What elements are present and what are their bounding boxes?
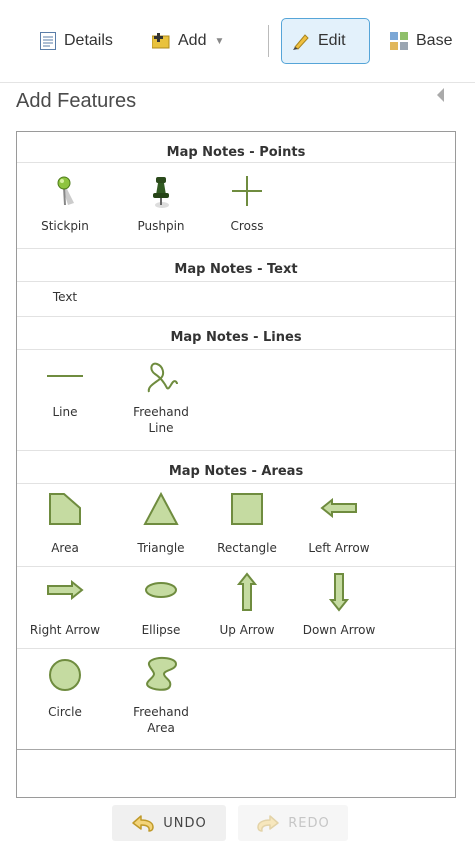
down-arrow-icon <box>329 573 349 612</box>
triangle-icon <box>143 492 179 525</box>
add-button[interactable]: Add ▼ <box>152 18 224 64</box>
panel-title: Add Features <box>16 90 137 112</box>
freehand-area-icon <box>146 656 178 691</box>
edit-button[interactable]: Edit <box>281 18 370 64</box>
feature-freehand-area[interactable]: Freehand Area <box>113 654 209 744</box>
feature-text[interactable]: Text <box>17 284 113 310</box>
feature-label: Text <box>52 290 78 304</box>
divider <box>17 566 455 567</box>
feature-circle[interactable]: Circle <box>17 654 113 744</box>
feature-label: Cross <box>230 219 264 233</box>
add-label: Add <box>178 32 207 49</box>
feature-down-arrow[interactable]: Down Arrow <box>291 572 387 646</box>
up-arrow-icon <box>237 572 257 611</box>
divider <box>17 281 455 282</box>
basemap-label: Base <box>416 32 453 49</box>
cross-icon <box>232 176 262 206</box>
freehand-line-icon <box>147 362 178 393</box>
undo-label: UNDO <box>163 815 207 831</box>
feature-area[interactable]: Area <box>17 488 113 562</box>
basemap-gallery-icon <box>390 32 408 50</box>
divider <box>17 162 455 163</box>
redo-button[interactable]: REDO <box>238 805 348 841</box>
undo-button[interactable]: UNDO <box>112 805 226 841</box>
pencil-icon <box>293 34 309 50</box>
feature-label: Stickpin <box>41 219 89 233</box>
line-icon <box>47 375 83 377</box>
feature-label: Left Arrow <box>308 541 370 555</box>
feature-label: Area <box>51 541 79 555</box>
section-header-lines: Map Notes - Lines <box>170 330 302 345</box>
rectangle-icon <box>231 493 263 525</box>
map-toolbar: Details Add ▼ Edit Base <box>0 0 475 83</box>
add-features-panel: Map Notes - Points Stickpin Pushpin Cros… <box>16 131 456 798</box>
divider <box>17 316 455 317</box>
feature-left-arrow[interactable]: Left Arrow <box>291 488 387 562</box>
details-button[interactable]: Details <box>40 18 113 64</box>
divider <box>17 483 455 484</box>
basemap-button[interactable]: Base <box>390 18 452 64</box>
feature-label: Line <box>52 405 78 419</box>
undo-icon <box>132 815 154 832</box>
collapse-arrow-icon[interactable] <box>437 88 444 102</box>
details-icon <box>40 32 56 50</box>
divider <box>17 648 455 649</box>
divider <box>17 450 455 451</box>
feature-freehand-line[interactable]: Freehand Line <box>113 354 209 440</box>
feature-stickpin[interactable]: Stickpin <box>17 172 113 238</box>
feature-line[interactable]: Line <box>17 354 113 440</box>
feature-cross[interactable]: Cross <box>199 172 295 238</box>
divider <box>17 248 455 249</box>
feature-label: Circle <box>48 705 82 719</box>
edit-label: Edit <box>318 32 346 49</box>
area-icon <box>49 493 81 525</box>
feature-label: Freehand Line <box>133 405 189 435</box>
section-header-areas: Map Notes - Areas <box>168 464 304 479</box>
feature-right-arrow[interactable]: Right Arrow <box>17 572 113 646</box>
toolbar-divider <box>268 25 269 57</box>
divider <box>17 749 455 750</box>
pushpin-icon <box>153 177 169 208</box>
section-header-text: Map Notes - Text <box>174 262 298 277</box>
add-icon <box>152 33 170 49</box>
redo-label: REDO <box>288 815 330 831</box>
chevron-down-icon: ▼ <box>214 35 225 47</box>
redo-icon <box>257 815 279 832</box>
circle-icon <box>49 659 81 691</box>
ellipse-icon <box>145 582 177 598</box>
feature-label: Right Arrow <box>29 623 101 637</box>
feature-label: Down Arrow <box>302 623 376 637</box>
feature-up-arrow[interactable]: Up Arrow <box>199 572 295 646</box>
stickpin-icon <box>57 176 74 206</box>
feature-label: Freehand Area <box>133 705 189 735</box>
divider <box>17 349 455 350</box>
section-header-points: Map Notes - Points <box>166 145 306 160</box>
left-arrow-icon <box>320 498 357 518</box>
feature-rectangle[interactable]: Rectangle <box>199 488 295 562</box>
details-label: Details <box>64 32 113 49</box>
right-arrow-icon <box>47 580 84 600</box>
